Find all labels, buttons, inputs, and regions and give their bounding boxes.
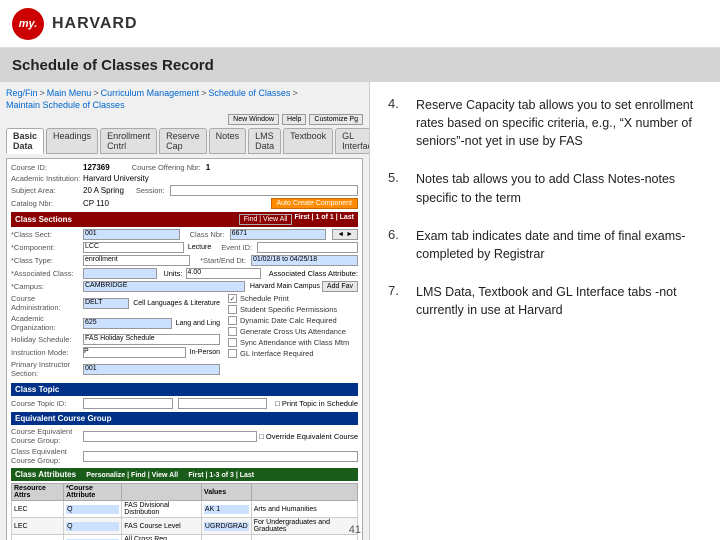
page-number: 41 [349, 524, 361, 536]
component-input[interactable]: LCC [83, 242, 184, 253]
class-equiv-label: Class Equivalent Course Group: [11, 447, 81, 465]
checkbox-dynamic-date: Dynamic Date Calc Required [228, 316, 358, 325]
tabs-row: Basic Data Headings Enrollment Cntrl Res… [6, 128, 363, 154]
left-panel: Reg/Fin > Main Menu > Curriculum Managem… [0, 82, 370, 540]
item-text-7: LMS Data, Textbook and GL Interface tabs… [416, 283, 702, 319]
list-item-5: 5. Notes tab allows you to add Class Not… [388, 170, 702, 206]
new-window-button[interactable]: New Window [228, 114, 279, 125]
acad-inst-label: Academic Institution: [11, 174, 81, 183]
class-nbr-nav[interactable]: ◄ ► [332, 229, 358, 240]
find-all-button[interactable]: Find | View All [239, 214, 293, 225]
list-item-6: 6. Exam tab indicates date and time of f… [388, 227, 702, 263]
campus-label: *Campus: [11, 282, 81, 291]
class-sections-header: Class Sections Find | View All First | 1… [11, 212, 358, 227]
session-label: Session: [136, 186, 165, 195]
equiv-course-header: Equivalent Course Group [11, 412, 358, 425]
primary-instr-label: Primary Instructor Section: [11, 360, 81, 378]
acad-inst-value: Harvard University [83, 174, 149, 183]
tab-gl[interactable]: GL Interface [335, 128, 370, 154]
tab-notes[interactable]: Notes [209, 128, 247, 154]
checkbox-cross-uts: Generate Cross Uts Attendance [228, 327, 358, 336]
acad-org-input[interactable]: 625 [83, 318, 172, 329]
course-topic-label: Course Topic ID: [11, 399, 81, 408]
course-admin-label: Course Administration: [11, 294, 81, 312]
instruction-mode-label: Instruction Mode: [11, 348, 81, 357]
class-type-label: *Class Type: [11, 256, 81, 265]
item-number-5: 5. [388, 170, 406, 185]
tab-basic-data[interactable]: Basic Data [6, 128, 44, 154]
list-item-4: 4. Reserve Capacity tab allows you to se… [388, 96, 702, 150]
course-id-value: 127369 [83, 163, 110, 172]
tab-enrollment[interactable]: Enrollment Cntrl [100, 128, 157, 154]
org-name: HARVARD [52, 15, 138, 33]
primary-instr-input[interactable]: 001 [83, 364, 220, 375]
component-label: *Component: [11, 243, 81, 252]
table-row: XRT Q All Cross Reg Availability Availab… [12, 535, 358, 540]
checkbox-gl-interface: GL Interface Required [228, 349, 358, 358]
acad-org-label: Academic Organization: [11, 314, 81, 332]
table-row: LEC Q FAS Divisional Distribution AK 1 A… [12, 501, 358, 518]
header: my. HARVARD [0, 0, 720, 48]
item-number-4: 4. [388, 96, 406, 111]
add-fav-button[interactable]: Add Fav [322, 281, 358, 292]
tab-textbook[interactable]: Textbook [283, 128, 333, 154]
catalog-nbr-label: Catalog Nbr: [11, 199, 81, 208]
class-attributes-table: Resource Attrs *Course Attribute Values … [11, 483, 358, 540]
session-input[interactable] [170, 185, 358, 196]
logo-area: my. HARVARD [12, 8, 138, 40]
table-row: LEC Q FAS Course Level UGRD/GRAD For Und… [12, 518, 358, 535]
subject-area-label: Subject Area: [11, 186, 81, 195]
class-type-input[interactable]: enrollment [83, 255, 190, 266]
right-panel: 4. Reserve Capacity tab allows you to se… [370, 82, 720, 540]
page-title-bar: Schedule of Classes Record [0, 48, 720, 82]
campus-input[interactable]: CAMBRIDGE [83, 281, 245, 292]
customize-button[interactable]: Customize Pg [309, 114, 363, 125]
class-topic-header: Class Topic [11, 383, 358, 396]
course-equiv-input[interactable] [83, 431, 257, 442]
item-number-7: 7. [388, 283, 406, 298]
item-number-6: 6. [388, 227, 406, 242]
list-item-7: 7. LMS Data, Textbook and GL Interface t… [388, 283, 702, 319]
main-content: Reg/Fin > Main Menu > Curriculum Managem… [0, 82, 720, 540]
checkbox-sync-attendance: Sync Attendance with Class Mtm [228, 338, 358, 347]
course-equiv-label: Course Equivalent Course Group: [11, 427, 81, 445]
class-sect-label: *Class Sect: [11, 230, 81, 239]
instruction-mode-input[interactable]: P [83, 347, 186, 358]
offering-nbr-label: Course Offering Nbr: [132, 163, 201, 172]
tab-lms[interactable]: LMS Data [248, 128, 281, 154]
class-nbr-input[interactable]: 6671 [230, 229, 327, 240]
logo-icon: my. [12, 8, 44, 40]
event-id-input[interactable] [257, 242, 358, 253]
course-id-label: Course ID: [11, 163, 81, 172]
help-button[interactable]: Help [282, 114, 306, 125]
course-topic-desc[interactable] [178, 398, 268, 409]
units-input[interactable]: 4.00 [186, 268, 260, 279]
tab-reserve-cap[interactable]: Reserve Cap [159, 128, 207, 154]
tab-headings[interactable]: Headings [46, 128, 98, 154]
checkbox-schedule-print: ✓ Schedule Print [228, 294, 358, 303]
course-admin-input[interactable]: DELT [83, 298, 129, 309]
class-attr-header: Class Attributes Personalize | Find | Vi… [11, 468, 358, 481]
assoc-class-label: *Associated Class: [11, 269, 81, 278]
assoc-class-input[interactable] [83, 268, 157, 279]
holiday-sched-label: Holiday Schedule: [11, 335, 81, 344]
item-text-5: Notes tab allows you to add Class Notes-… [416, 170, 702, 206]
start-end-input[interactable]: 01/02/18 to 04/25/18 [251, 255, 358, 266]
auto-create-button[interactable]: Auto Create Component [271, 198, 359, 209]
course-topic-input[interactable] [83, 398, 173, 409]
breadcrumb: Reg/Fin > Main Menu > Curriculum Managem… [6, 88, 363, 110]
catalog-nbr-value: CP 110 [83, 199, 109, 208]
checkbox-student-perms: Student Specific Permissions [228, 305, 358, 314]
offering-nbr-value: 1 [206, 163, 210, 172]
class-equiv-input[interactable] [83, 451, 358, 462]
holiday-sched-input[interactable]: FAS Holiday Schedule [83, 334, 220, 345]
item-text-6: Exam tab indicates date and time of fina… [416, 227, 702, 263]
item-text-4: Reserve Capacity tab allows you to set e… [416, 96, 702, 150]
page-title: Schedule of Classes Record [12, 57, 214, 74]
class-sect-input[interactable]: 001 [83, 229, 180, 240]
form-area: Course ID: 127369 Course Offering Nbr: 1… [6, 158, 363, 540]
subject-area-value: 20 A Spring [83, 186, 124, 195]
